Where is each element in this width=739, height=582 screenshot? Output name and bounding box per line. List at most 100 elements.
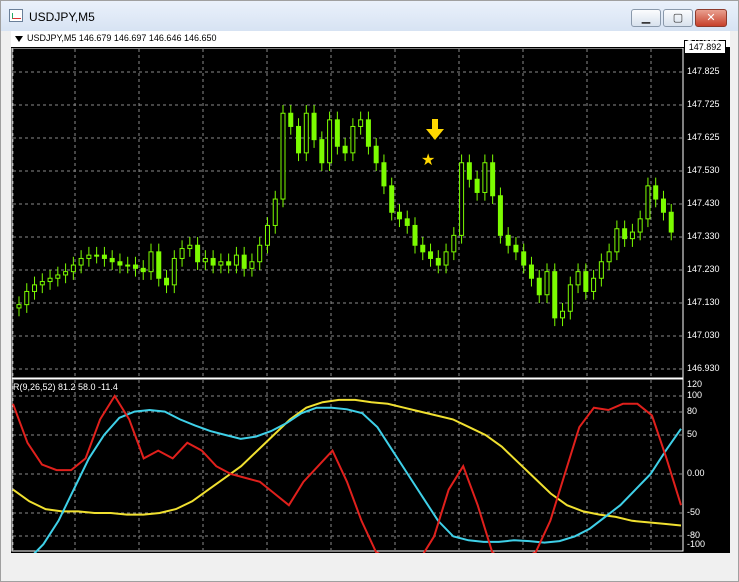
candle-body <box>396 211 402 220</box>
candle-body <box>78 257 84 266</box>
chart-canvas[interactable]: ★ <box>11 31 730 553</box>
price-tick-label: 147.625 <box>687 132 720 142</box>
candle-body <box>264 224 270 246</box>
candle-body <box>544 271 550 296</box>
candle-body <box>140 267 146 273</box>
candle-body <box>389 185 395 213</box>
candle-body <box>132 264 138 269</box>
candle-body <box>552 271 558 319</box>
candle-body <box>148 251 154 273</box>
candle-body <box>327 119 333 164</box>
maximize-icon: ▢ <box>672 11 684 24</box>
candle-body <box>474 178 480 193</box>
price-tick-label: 147.430 <box>687 198 720 208</box>
candle-body <box>187 244 193 250</box>
price-tick-label: 147.825 <box>687 66 720 76</box>
candle-body <box>598 261 604 279</box>
title-bar[interactable]: USDJPY,M5 ▁ ▢ ✕ <box>1 1 738 31</box>
down-arrow-icon <box>426 119 444 140</box>
candle-body <box>482 162 488 193</box>
candle-body <box>622 228 628 240</box>
minimize-button[interactable]: ▁ <box>631 9 661 27</box>
main-pane-border <box>11 47 684 379</box>
candle-body <box>39 281 45 286</box>
candle-body <box>505 234 511 246</box>
candle-body <box>311 112 317 141</box>
candle-body <box>24 290 30 306</box>
candle-body <box>645 185 651 220</box>
candle-body <box>303 112 309 154</box>
price-tick-label: 147.530 <box>687 165 720 175</box>
candle-body <box>125 264 131 267</box>
price-tick-label: 147.030 <box>687 330 720 340</box>
candle-body <box>70 264 76 273</box>
price-tick-label: 147.925 <box>687 33 720 43</box>
candle-body <box>420 244 426 253</box>
candle-body <box>466 162 472 180</box>
candle-body <box>365 119 371 147</box>
candle-body <box>179 248 185 259</box>
candle-body <box>443 251 449 266</box>
candle-body <box>86 254 92 259</box>
candle-body <box>334 119 340 147</box>
candle-body <box>404 218 410 226</box>
collapse-triangle-icon[interactable] <box>15 36 23 42</box>
candle-body <box>381 162 387 187</box>
candle-body <box>560 310 566 319</box>
candle-body <box>218 261 224 266</box>
candle-body <box>233 254 239 266</box>
candle-body <box>451 234 457 253</box>
candle-body <box>171 257 177 286</box>
candle-body <box>575 271 581 286</box>
indicator-tick-label: -100 <box>687 539 706 549</box>
close-button[interactable]: ✕ <box>695 9 727 27</box>
candle-body <box>428 251 434 259</box>
chart-area[interactable]: ★ USDJPY,M5 146.679 146.697 146.646 146.… <box>11 31 730 566</box>
indicator-tick-label: 80 <box>687 406 698 416</box>
symbol-info: USDJPY,M5 146.679 146.697 146.646 146.65… <box>27 33 217 43</box>
candle-body <box>591 277 597 292</box>
candle-body <box>513 244 519 253</box>
candle-body <box>249 261 255 269</box>
chart-window-icon <box>9 9 23 22</box>
candle-body <box>668 211 674 233</box>
candle-body <box>164 277 170 286</box>
candle-body <box>241 254 247 269</box>
symbol-info-bar: USDJPY,M5 146.679 146.697 146.646 146.65… <box>11 31 730 48</box>
indicator-tick-label: 120 <box>687 379 703 389</box>
candle-body <box>653 185 659 200</box>
candle-body <box>47 277 53 283</box>
candle-body <box>435 257 441 266</box>
candle-body <box>210 257 216 266</box>
candle-body <box>296 125 302 154</box>
candle-body <box>342 145 348 154</box>
candle-body <box>521 251 527 266</box>
candle-body <box>156 251 162 279</box>
candle-body <box>583 271 589 292</box>
indicator-tick-label: 100 <box>687 390 703 400</box>
candle-body <box>459 162 465 236</box>
candle-body <box>319 139 325 164</box>
candle-body <box>117 261 123 266</box>
candle-body <box>101 254 107 259</box>
candle-body <box>528 264 534 279</box>
candle-body <box>63 271 69 276</box>
indicator-tick-label: 0.00 <box>687 468 705 478</box>
candle-body <box>606 251 612 263</box>
minimize-icon: ▁ <box>641 11 651 24</box>
indicator-tick-label: -50 <box>687 507 701 517</box>
candle-body <box>497 195 503 236</box>
indicator-pane-border <box>11 378 684 552</box>
candle-body <box>109 257 115 263</box>
candle-body <box>490 162 496 197</box>
candle-body <box>55 274 61 279</box>
candle-body <box>536 277 542 296</box>
candle-body <box>637 218 643 233</box>
candle-body <box>272 198 278 226</box>
maximize-button[interactable]: ▢ <box>663 9 693 27</box>
candle-body <box>280 112 286 200</box>
indicator-label: R(9,26,52) 81.2 58.0 -11.4 <box>13 382 118 392</box>
candle-body <box>94 254 100 257</box>
chart-window: USDJPY,M5 ▁ ▢ ✕ ★ USDJPY,M5 146.679 146.… <box>0 0 739 582</box>
candle-body <box>32 284 38 292</box>
